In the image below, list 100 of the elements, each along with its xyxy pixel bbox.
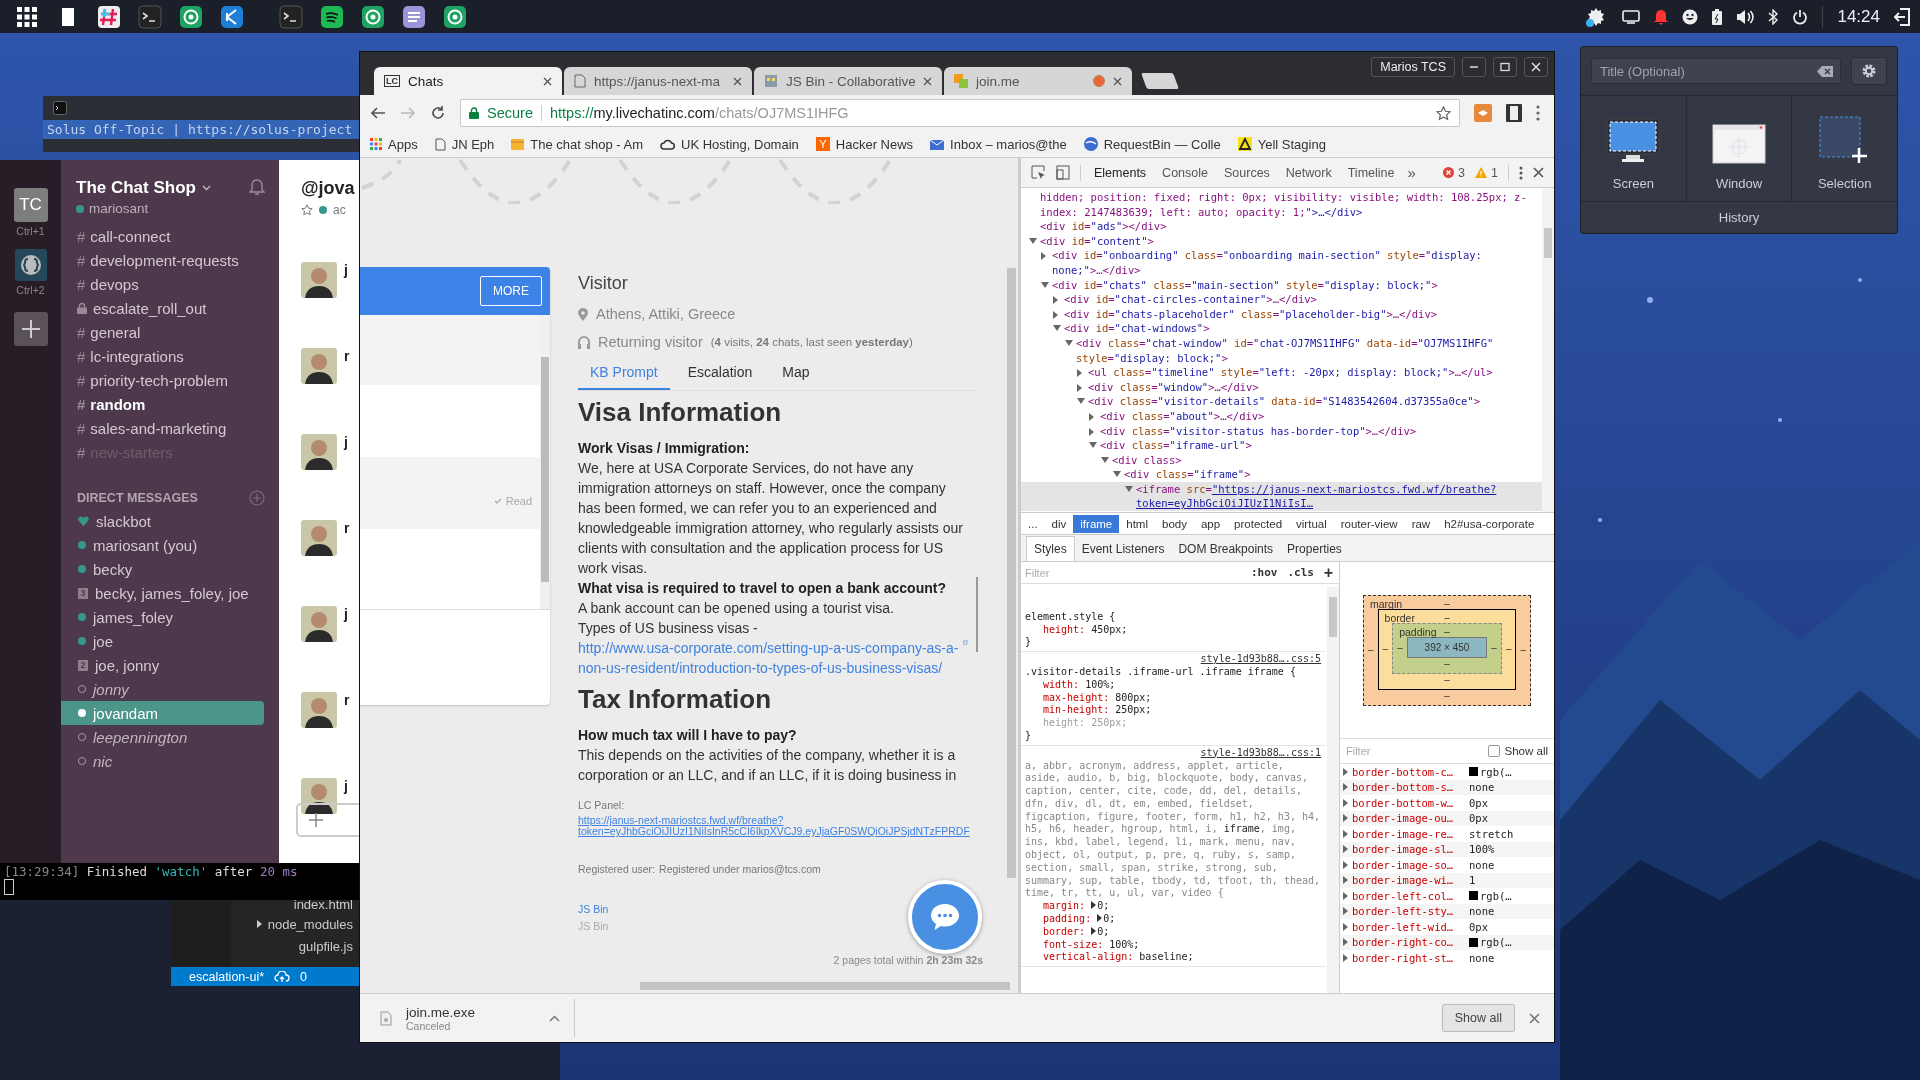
dom-line[interactable]: <div id="chats-placeholder" class="placeholder-big">…</div> (1021, 306, 1542, 322)
breadcrumb[interactable]: app (1193, 514, 1228, 533)
more-icon[interactable] (1519, 165, 1523, 180)
panel-tab[interactable]: Event Listeners (1074, 537, 1172, 561)
channel-item[interactable]: # call-connect (61, 224, 279, 248)
channel-item[interactable]: # development-requests (61, 248, 279, 272)
plus-icon[interactable] (308, 812, 324, 828)
close-icon[interactable] (1533, 167, 1544, 178)
css-declaration[interactable]: font-size: 100%; (1025, 938, 1321, 952)
scrollbar-thumb[interactable] (976, 577, 978, 652)
inspect-icon[interactable] (1031, 165, 1046, 180)
profile-button[interactable]: Marios TCS (1371, 57, 1455, 77)
devtools-tab[interactable]: Sources (1221, 165, 1273, 180)
devtools-tab[interactable]: Elements (1091, 165, 1150, 180)
close-icon[interactable] (923, 76, 932, 86)
direct-message-item[interactable]: jonny (61, 677, 264, 701)
filter-field[interactable]: Filter (1025, 566, 1241, 579)
back-icon[interactable] (370, 105, 386, 121)
browser-tab[interactable]: https://janus-next-ma (564, 67, 752, 95)
chevron-down-icon[interactable] (201, 185, 211, 191)
close-icon[interactable] (543, 76, 552, 86)
show-all-button[interactable]: Show all (1441, 1004, 1515, 1032)
breadcrumb[interactable]: html (1119, 514, 1155, 533)
direct-message-item[interactable]: mariosant (you) (61, 533, 264, 557)
error-count[interactable]: 0 (300, 969, 307, 984)
team-logo-icon[interactable] (14, 249, 47, 281)
scrollbar[interactable] (1327, 587, 1339, 993)
breadcrumb[interactable]: div (1044, 514, 1074, 533)
bookmark[interactable]: Yell Staging (1237, 136, 1326, 152)
new-tab-button[interactable] (1141, 73, 1179, 89)
css-declaration[interactable]: padding: 0; (1025, 913, 1321, 926)
breadcrumb[interactable]: body (1155, 514, 1194, 533)
maximize-button[interactable] (1493, 57, 1517, 77)
css-declaration[interactable]: width: 100%; (1025, 678, 1321, 692)
film-icon[interactable] (1506, 104, 1522, 122)
css-declaration[interactable]: max-height: 800px; (1025, 691, 1321, 705)
warning-count[interactable]: 1 (1491, 165, 1498, 180)
bookmark[interactable]: Inbox – marios@the (930, 136, 1067, 152)
dom-line[interactable]: <ul class="timeline" style="left: -20px; display: block;">…</ul> (1021, 365, 1542, 380)
volume-icon[interactable] (1736, 8, 1755, 25)
dom-line[interactable]: <div class="visitor-status has-border-top">…</div> (1021, 423, 1542, 439)
star-icon[interactable] (301, 204, 313, 216)
dom-line[interactable]: <div class="iframe-url"> (1021, 438, 1542, 453)
display-icon[interactable] (1622, 8, 1641, 25)
capture-option[interactable]: Window (1686, 96, 1793, 201)
minimize-button[interactable] (1462, 57, 1486, 77)
bell-icon[interactable] (1654, 8, 1669, 25)
direct-message-item[interactable]: becky (61, 557, 264, 581)
close-icon[interactable] (1529, 1012, 1540, 1024)
panel-tab[interactable]: Escalation (675, 358, 765, 390)
file-tree-item[interactable]: index.html (293, 900, 353, 912)
panel-tab[interactable]: Properties (1280, 537, 1349, 561)
hover-state-toggle[interactable]: :hov (1250, 566, 1278, 579)
history-button[interactable]: History (1581, 202, 1897, 233)
channel-item[interactable]: escalate_roll_out (61, 296, 279, 320)
direct-message-item[interactable]: nic (61, 749, 264, 773)
scrollbar[interactable] (540, 315, 550, 609)
direct-message-item[interactable]: 3 becky, james_foley, joe (61, 581, 264, 605)
file-tree-item[interactable]: gulpfile.js (298, 936, 353, 956)
address-bar[interactable]: Secure https://my.livechatinc.com/chats/OJ7MS1IHFG (460, 99, 1460, 127)
bookmark[interactable]: The chat shop - Am (511, 136, 643, 152)
checkbox[interactable] (1487, 745, 1500, 757)
browser-tab[interactable]: JS Bin - Collaborative (754, 67, 942, 95)
team-name[interactable]: The Chat Shop (76, 178, 196, 198)
channel-item[interactable]: # devops (61, 272, 279, 296)
dom-line[interactable]: <div class="window">…</div> (1021, 379, 1542, 395)
dom-line[interactable]: <div id="chats" class="main-section" style="display: block;"> (1021, 277, 1542, 293)
dom-line[interactable]: <div id="chat-circles-container">…</div> (1021, 292, 1542, 307)
breadcrumb[interactable]: protected (1227, 514, 1290, 533)
browser-tab[interactable]: LC Chats (374, 67, 562, 95)
chevron-up-icon[interactable] (549, 1014, 560, 1022)
file-tree-item[interactable]: node_modules (256, 914, 353, 934)
panel-tab[interactable]: Styles (1026, 536, 1075, 561)
dom-line[interactable]: <div id="ads"></div> (1021, 219, 1542, 234)
dom-line[interactable]: <div class="about">…</div> (1021, 408, 1542, 424)
devtools-tab[interactable]: Network (1282, 165, 1335, 180)
capture-option[interactable]: Selection (1792, 96, 1897, 201)
breadcrumb[interactable]: iframe (1073, 514, 1120, 533)
new-rule-button[interactable]: + (1323, 563, 1333, 582)
css-declaration[interactable]: min-height: 250px; (1025, 704, 1321, 718)
scrollbar[interactable] (1542, 188, 1554, 512)
capture-option[interactable]: Screen (1581, 96, 1687, 201)
filter-field[interactable]: Filter (1346, 745, 1483, 757)
direct-message-item[interactable]: 2 joe, jonny (61, 653, 264, 677)
class-toggle[interactable]: .cls (1287, 566, 1314, 579)
more-button[interactable]: MORE (480, 276, 542, 306)
extension-icon[interactable] (1474, 104, 1492, 122)
add-team-button[interactable] (13, 312, 48, 346)
bookmark[interactable]: Apps (370, 136, 418, 152)
css-declaration[interactable]: vertical-align: baseline; (1025, 951, 1321, 965)
channel-item[interactable]: # sales-and-marketing (61, 416, 279, 440)
devtools-tab[interactable]: Timeline (1344, 165, 1398, 180)
power-icon[interactable] (1792, 8, 1809, 25)
settings-button[interactable] (1851, 57, 1887, 85)
download-item[interactable]: join.me.exe Canceled (380, 999, 575, 1037)
logout-icon[interactable] (1894, 7, 1910, 26)
bell-icon[interactable] (249, 178, 265, 196)
bookmark[interactable]: JN Eph (434, 136, 495, 152)
smiley-icon[interactable] (1682, 8, 1699, 25)
dom-line[interactable]: hidden; position: fixed; right: 0px; visibility: visible; width: 108.25px; z-index: 2147483639; left: auto; opacity: 1;">…</div> (1021, 190, 1542, 220)
